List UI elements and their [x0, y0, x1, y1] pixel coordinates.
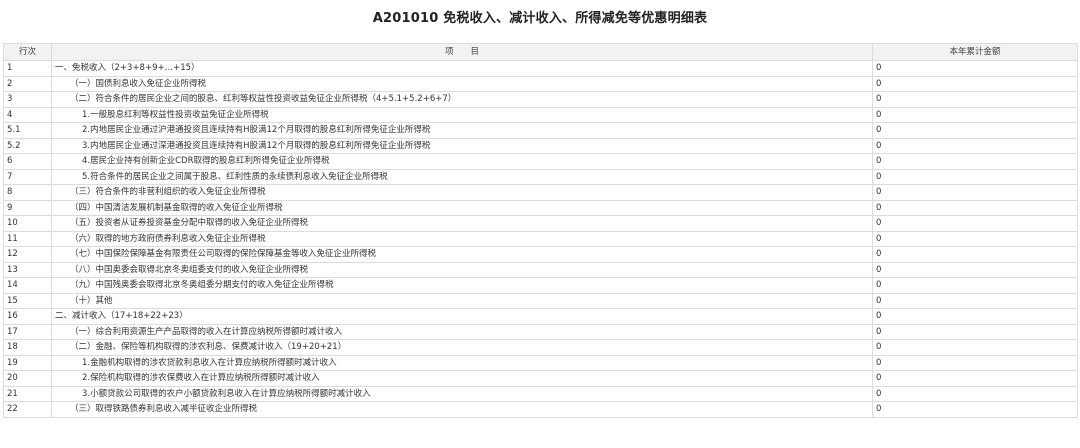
- table-row: 19 1.金融机构取得的涉农贷款利息收入在计算应纳税所得额时减计收入 0: [3, 354, 1078, 371]
- row-number: 6: [3, 153, 52, 170]
- row-item: （十）其他: [51, 292, 873, 309]
- row-item: （二）金融、保险等机构取得的涉农利息、保费减计收入（19+20+21）: [51, 339, 873, 356]
- table-row: 4 1.一般股息红利等权益性投资收益免征企业所得税 0: [3, 106, 1078, 123]
- row-amount: 0: [872, 122, 1078, 139]
- row-item: 3.小额贷款公司取得的农户小额贷款利息收入在计算应纳税所得额时减计收入: [51, 385, 873, 402]
- row-item: （八）中国奥委会取得北京冬奥组委支付的收入免征企业所得税: [51, 261, 873, 278]
- row-item: （五）投资者从证券投资基金分配中取得的收入免征企业所得税: [51, 215, 873, 232]
- row-number: 14: [3, 277, 52, 294]
- table-row: 1 一、免税收入（2+3+8+9+…+15） 0: [3, 60, 1078, 77]
- row-amount: 0: [872, 230, 1078, 247]
- row-number: 15: [3, 292, 52, 309]
- row-number: 13: [3, 261, 52, 278]
- table-row: 3 （二）符合条件的居民企业之间的股息、红利等权益性投资收益免征企业所得税（4+5…: [3, 91, 1078, 108]
- row-amount: 0: [872, 153, 1078, 170]
- table-row: 21 3.小额贷款公司取得的农户小额贷款利息收入在计算应纳税所得额时减计收入 0: [3, 385, 1078, 402]
- row-amount: 0: [872, 184, 1078, 201]
- table-row: 17 （一）综合利用资源生产产品取得的收入在计算应纳税所得额时减计收入 0: [3, 323, 1078, 340]
- table-row: 8 （三）符合条件的非营利组织的收入免征企业所得税 0: [3, 184, 1078, 201]
- table-row: 14 （九）中国残奥委会取得北京冬奥组委分期支付的收入免征企业所得税 0: [3, 277, 1078, 294]
- row-amount: 0: [872, 60, 1078, 77]
- row-item: 1.金融机构取得的涉农贷款利息收入在计算应纳税所得额时减计收入: [51, 354, 873, 371]
- row-item: 二、减计收入（17+18+22+23）: [51, 308, 873, 325]
- page-title: A201010 免税收入、减计收入、所得减免等优惠明细表: [372, 11, 708, 26]
- row-amount: 0: [872, 106, 1078, 123]
- row-number: 20: [3, 370, 52, 387]
- table-row: 6 4.居民企业持有创新企业CDR取得的股息红利所得免征企业所得税 0: [3, 153, 1078, 170]
- row-number: 10: [3, 215, 52, 232]
- row-item: （九）中国残奥委会取得北京冬奥组委分期支付的收入免征企业所得税: [51, 277, 873, 294]
- row-number: 5.1: [3, 122, 52, 139]
- row-item: 2.保险机构取得的涉农保费收入在计算应纳税所得额时减计收入: [51, 370, 873, 387]
- row-amount: 0: [872, 91, 1078, 108]
- row-item: 一、免税收入（2+3+8+9+…+15）: [51, 60, 873, 77]
- row-item: 1.一般股息红利等权益性投资收益免征企业所得税: [51, 106, 873, 123]
- table-row: 13 （八）中国奥委会取得北京冬奥组委支付的收入免征企业所得税 0: [3, 261, 1078, 278]
- row-amount: 0: [872, 246, 1078, 263]
- row-number: 16: [3, 308, 52, 325]
- table-row: 22 （三）取得铁路债券利息收入减半征收企业所得税 0: [3, 401, 1078, 418]
- row-number: 19: [3, 354, 52, 371]
- row-amount: 0: [872, 370, 1078, 387]
- row-number: 5.2: [3, 137, 52, 154]
- row-amount: 0: [872, 308, 1078, 325]
- row-item: 3.内地居民企业通过深港通投资且连续持有H股满12个月取得的股息红利所得免征企业…: [51, 137, 873, 154]
- row-amount: 0: [872, 292, 1078, 309]
- row-amount: 0: [872, 215, 1078, 232]
- row-number: 4: [3, 106, 52, 123]
- table-row: 9 （四）中国清洁发展机制基金取得的收入免征企业所得税 0: [3, 199, 1078, 216]
- row-number: 21: [3, 385, 52, 402]
- table-body: 1 一、免税收入（2+3+8+9+…+15） 0 2 （一）国债利息收入免征企业所得税 0…: [3, 60, 1078, 418]
- table-row: 20 2.保险机构取得的涉农保费收入在计算应纳税所得额时减计收入 0: [3, 370, 1078, 387]
- row-number: 3: [3, 91, 52, 108]
- row-number: 1: [3, 60, 52, 77]
- preferential-details-table: 行次 项 目 本年累计金额 1 一、免税收入（2+3+8+9+…+15） 0 2 （一）…: [3, 43, 1078, 418]
- table-header-row: 行次 项 目 本年累计金额: [3, 43, 1078, 61]
- table-row: 10 （五）投资者从证券投资基金分配中取得的收入免征企业所得税 0: [3, 215, 1078, 232]
- row-number: 7: [3, 168, 52, 185]
- row-amount: 0: [872, 323, 1078, 340]
- table-row: 5.2 3.内地居民企业通过深港通投资且连续持有H股满12个月取得的股息红利所得免…: [3, 137, 1078, 154]
- row-item: （三）取得铁路债券利息收入减半征收企业所得税: [51, 401, 873, 418]
- row-amount: 0: [872, 199, 1078, 216]
- row-amount: 0: [872, 277, 1078, 294]
- row-amount: 0: [872, 261, 1078, 278]
- table-row: 2 （一）国债利息收入免征企业所得税 0: [3, 75, 1078, 92]
- table-row: 16 二、减计收入（17+18+22+23） 0: [3, 308, 1078, 325]
- table-row: 5.1 2.内地居民企业通过沪港通投资且连续持有H股满12个月取得的股息红利所得免…: [3, 122, 1078, 139]
- row-amount: 0: [872, 385, 1078, 402]
- header-row-no: 行次: [3, 43, 52, 61]
- row-number: 18: [3, 339, 52, 356]
- table-row: 11 （六）取得的地方政府债券利息收入免征企业所得税 0: [3, 230, 1078, 247]
- row-item: 5.符合条件的居民企业之间属于股息、红利性质的永续债利息收入免征企业所得税: [51, 168, 873, 185]
- row-amount: 0: [872, 339, 1078, 356]
- table-row: 18 （二）金融、保险等机构取得的涉农利息、保费减计收入（19+20+21） 0: [3, 339, 1078, 356]
- row-item: 4.居民企业持有创新企业CDR取得的股息红利所得免征企业所得税: [51, 153, 873, 170]
- row-number: 17: [3, 323, 52, 340]
- row-item: （七）中国保险保障基金有限责任公司取得的保险保障基金等收入免征企业所得税: [51, 246, 873, 263]
- row-item: （六）取得的地方政府债券利息收入免征企业所得税: [51, 230, 873, 247]
- row-amount: 0: [872, 137, 1078, 154]
- row-item: 2.内地居民企业通过沪港通投资且连续持有H股满12个月取得的股息红利所得免征企业…: [51, 122, 873, 139]
- row-item: （二）符合条件的居民企业之间的股息、红利等权益性投资收益免征企业所得税（4+5.…: [51, 91, 873, 108]
- row-amount: 0: [872, 75, 1078, 92]
- row-number: 12: [3, 246, 52, 263]
- header-amount: 本年累计金额: [872, 43, 1078, 61]
- table-row: 7 5.符合条件的居民企业之间属于股息、红利性质的永续债利息收入免征企业所得税 0: [3, 168, 1078, 185]
- row-amount: 0: [872, 401, 1078, 418]
- row-number: 9: [3, 199, 52, 216]
- row-amount: 0: [872, 168, 1078, 185]
- row-item: （一）综合利用资源生产产品取得的收入在计算应纳税所得额时减计收入: [51, 323, 873, 340]
- row-amount: 0: [872, 354, 1078, 371]
- row-item: （一）国债利息收入免征企业所得税: [51, 75, 873, 92]
- table-row: 12 （七）中国保险保障基金有限责任公司取得的保险保障基金等收入免征企业所得税 0: [3, 246, 1078, 263]
- table-row: 15 （十）其他 0: [3, 292, 1078, 309]
- row-number: 2: [3, 75, 52, 92]
- row-number: 22: [3, 401, 52, 418]
- row-number: 11: [3, 230, 52, 247]
- row-item: （四）中国清洁发展机制基金取得的收入免征企业所得税: [51, 199, 873, 216]
- header-item: 项 目: [51, 43, 873, 61]
- row-number: 8: [3, 184, 52, 201]
- row-item: （三）符合条件的非营利组织的收入免征企业所得税: [51, 184, 873, 201]
